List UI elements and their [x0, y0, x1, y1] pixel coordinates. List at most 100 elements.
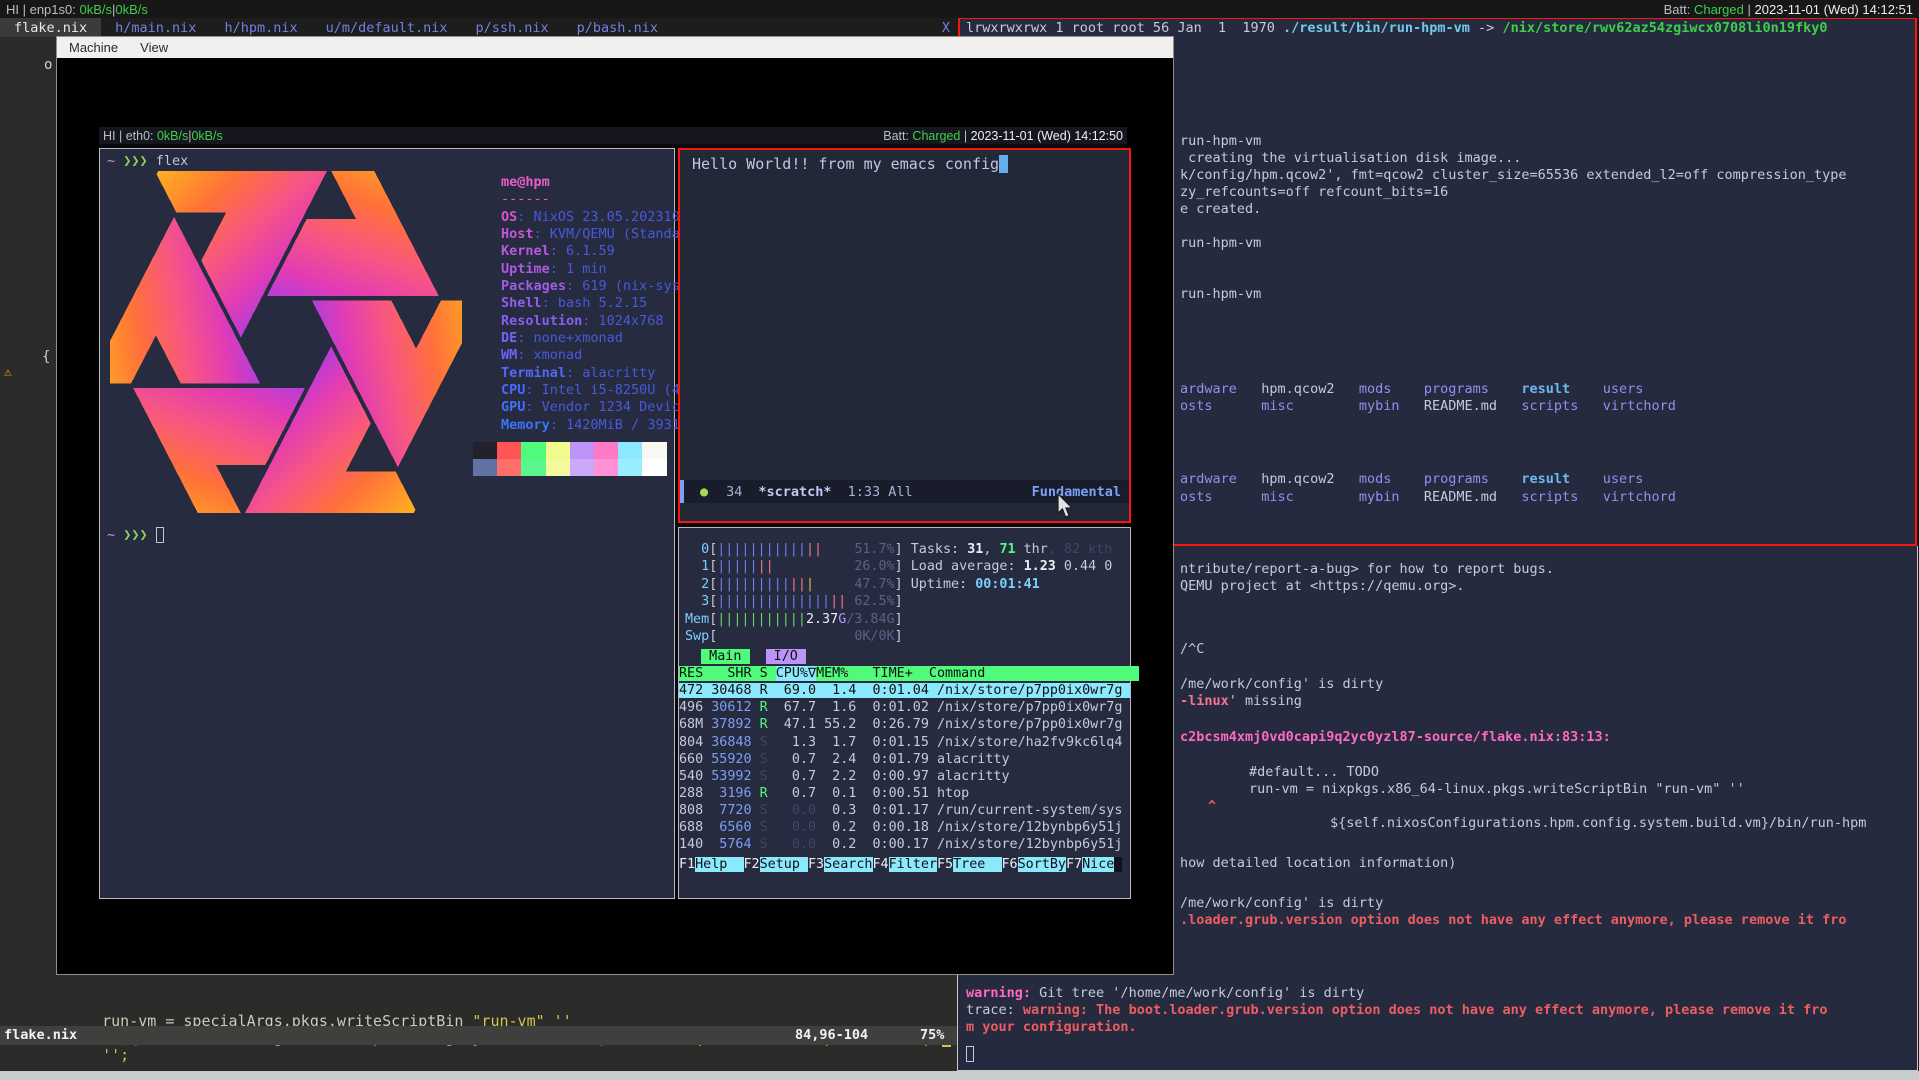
text-segment	[774, 559, 855, 574]
terminal-line: zy_refcounts=off refcount_bits=16	[1180, 184, 1448, 201]
text-segment	[1399, 489, 1423, 505]
text-segment: Uptime	[501, 261, 550, 277]
text-segment: 2.37	[806, 612, 838, 627]
text-segment	[685, 649, 701, 664]
terminal-line: run-hpm-vm	[1180, 133, 1261, 150]
host-status-bar: HI | enp1s0: 0kB/s|0kB/s Batt: Charged |…	[0, 0, 1919, 18]
text-segment: HI | enp1s0:	[6, 2, 79, 17]
vm-battery-clock: Batt: Charged | 2023-11-01 (Wed) 14:12:5…	[883, 129, 1123, 143]
text-segment: 2023-11-01 (Wed) 14:12:50	[971, 129, 1123, 143]
text-segment	[1497, 398, 1521, 414]
qemu-vm-window[interactable]: Machine View HI | eth0: 0kB/s|0kB/s Batt…	[56, 36, 1174, 975]
tabline-close-button[interactable]: X	[942, 20, 950, 36]
text-segment: run-hpm-vm	[1180, 286, 1261, 302]
terminal-line: Swp[ 0K/0K]	[685, 628, 903, 645]
terminal-color-palette-row	[473, 459, 667, 476]
text-segment: users	[1603, 381, 1644, 397]
text-segment: run-hpm-vm	[1180, 133, 1261, 149]
text-segment: 53992	[711, 769, 751, 784]
text-segment: 26.0%	[854, 559, 894, 574]
text-segment: Mem	[685, 612, 709, 627]
text-segment: Charged	[1694, 2, 1744, 17]
terminal-line: 0[||||||||||||| 51.7%] Tasks: 31, 71 thr…	[685, 541, 1112, 558]
tab-flake.nix[interactable]: flake.nix	[0, 18, 101, 37]
text-segment: me@hpm	[501, 174, 550, 190]
text-segment: I/O	[766, 649, 806, 664]
menu-view[interactable]: View	[140, 40, 168, 55]
text-segment: : Vendor 1234 Device	[525, 399, 688, 415]
text-segment: Search	[824, 857, 872, 872]
emacs-window[interactable]: Hello World!! from my emacs config ● 34 …	[678, 148, 1131, 523]
text-segment: ./result/bin/run-hpm-vm	[1283, 20, 1470, 36]
vm-screen[interactable]: HI | eth0: 0kB/s|0kB/s Batt: Charged | 2…	[99, 127, 1127, 899]
text-segment: ❯❯❯	[123, 153, 156, 169]
vm-network-status: HI | eth0: 0kB/s|0kB/s	[103, 129, 223, 143]
text-segment: : bash 5.2.15	[542, 295, 648, 311]
text-segment: /nix/store/rwv62az54zgiwcx0708li0n19fky0	[1502, 20, 1827, 36]
text-segment: 1	[701, 559, 709, 574]
text-segment: ||||||||||||||	[717, 594, 830, 609]
text-segment: users	[1603, 471, 1644, 487]
text-segment: 3196	[711, 786, 751, 801]
htop-window[interactable]: 0[||||||||||||| 51.7%] Tasks: 31, 71 thr…	[678, 527, 1131, 899]
terminal-line: 472 30468 R 69.0 1.4 0:01.04 /nix/store/…	[679, 682, 1130, 699]
text-segment: 808	[679, 803, 711, 818]
text-segment: ,	[983, 542, 999, 557]
menu-machine[interactable]: Machine	[69, 40, 118, 55]
text-segment: run-hpm-vm	[1180, 235, 1261, 251]
text-segment: : alacritty	[566, 365, 655, 381]
text-segment: Tasks:	[911, 542, 967, 557]
text-segment: 3	[701, 594, 709, 609]
terminal-line: Packages: 619 (nix-syste	[501, 278, 696, 295]
text-segment: Hello World!! from my emacs config	[692, 155, 999, 173]
vm-terminal-neofetch[interactable]: ~ ❯❯❯ flex~ ❯❯❯ me@hpm------OS: NixOS 23…	[99, 148, 675, 899]
text-segment	[768, 820, 792, 835]
text-segment: GPU	[501, 399, 525, 415]
text-segment: 288	[679, 786, 711, 801]
text-segment: S	[752, 820, 768, 835]
palette-swatch	[497, 442, 521, 459]
text-segment: 0.0	[792, 803, 816, 818]
tab-h/hpm.nix[interactable]: h/hpm.nix	[210, 18, 311, 37]
text-segment: 47.1 55.2 0:26.79	[768, 717, 937, 732]
text-segment: S	[752, 803, 768, 818]
text-segment: 0.7 0.1 0:00.51	[768, 786, 937, 801]
text-segment: 5764	[711, 837, 751, 852]
terminal-line: run-vm = nixpkgs.x86_64-linux.pkgs.write…	[1249, 781, 1745, 798]
text-segment: F3	[808, 857, 824, 872]
text-segment: 67.7 1.6 0:01.02	[768, 700, 937, 715]
text-segment: 0.3 0:01.17	[816, 803, 937, 818]
text-segment: 0kB/s	[115, 2, 148, 17]
text-segment: 55920	[711, 752, 751, 767]
text-segment: thr	[1016, 542, 1048, 557]
text-segment: Host	[501, 226, 534, 242]
text-segment: Batt:	[883, 129, 912, 143]
terminal-line: how detailed location information)	[1180, 855, 1456, 872]
text-segment: ❯❯❯	[123, 527, 156, 543]
text-segment: e created.	[1180, 201, 1261, 217]
terminal-line: 3[|||||||||||||||| 62.5%]	[685, 593, 903, 610]
tab-p/ssh.nix[interactable]: p/ssh.nix	[462, 18, 563, 37]
tab-h/main.nix[interactable]: h/main.nix	[101, 18, 210, 37]
terminal-line: ardware hpm.qcow2 mods programs result u…	[1180, 381, 1643, 398]
text-segment: ]	[895, 629, 903, 644]
terminal-line: DE: none+xmonad	[501, 330, 623, 347]
text-segment: 62.5%	[854, 594, 894, 609]
text-segment: k/config/hpm.qcow2', fmt=qcow2 cluster_s…	[1180, 167, 1846, 183]
text-segment: : KVM/QEMU (Standard	[534, 226, 697, 242]
text-segment: 0.2 0:00.18	[816, 820, 937, 835]
text-segment: : none+xmonad	[517, 330, 623, 346]
terminal-line: ntribute/report-a-bug> for how to report…	[1180, 561, 1554, 578]
text-segment: S	[752, 735, 768, 750]
tab-u/m/default.nix[interactable]: u/m/default.nix	[312, 18, 462, 37]
text-segment: /me/work/config' is dirty	[1180, 895, 1383, 911]
text-segment: ~	[107, 153, 123, 169]
terminal-line: 804 36848 S 1.3 1.7 0:01.15 /nix/store/h…	[679, 734, 1122, 751]
tab-p/bash.nix[interactable]: p/bash.nix	[563, 18, 672, 37]
text-segment: DE	[501, 330, 517, 346]
text-segment: /nix/store/12bynbp6y51j	[937, 837, 1122, 852]
text-segment	[1497, 489, 1521, 505]
text-segment: /nix/store/p7pp0ix0wr7g	[937, 717, 1122, 732]
text-segment: 1.3 1.7 0:01.15	[768, 735, 937, 750]
terminal-line: ~ ❯❯❯	[107, 527, 164, 544]
